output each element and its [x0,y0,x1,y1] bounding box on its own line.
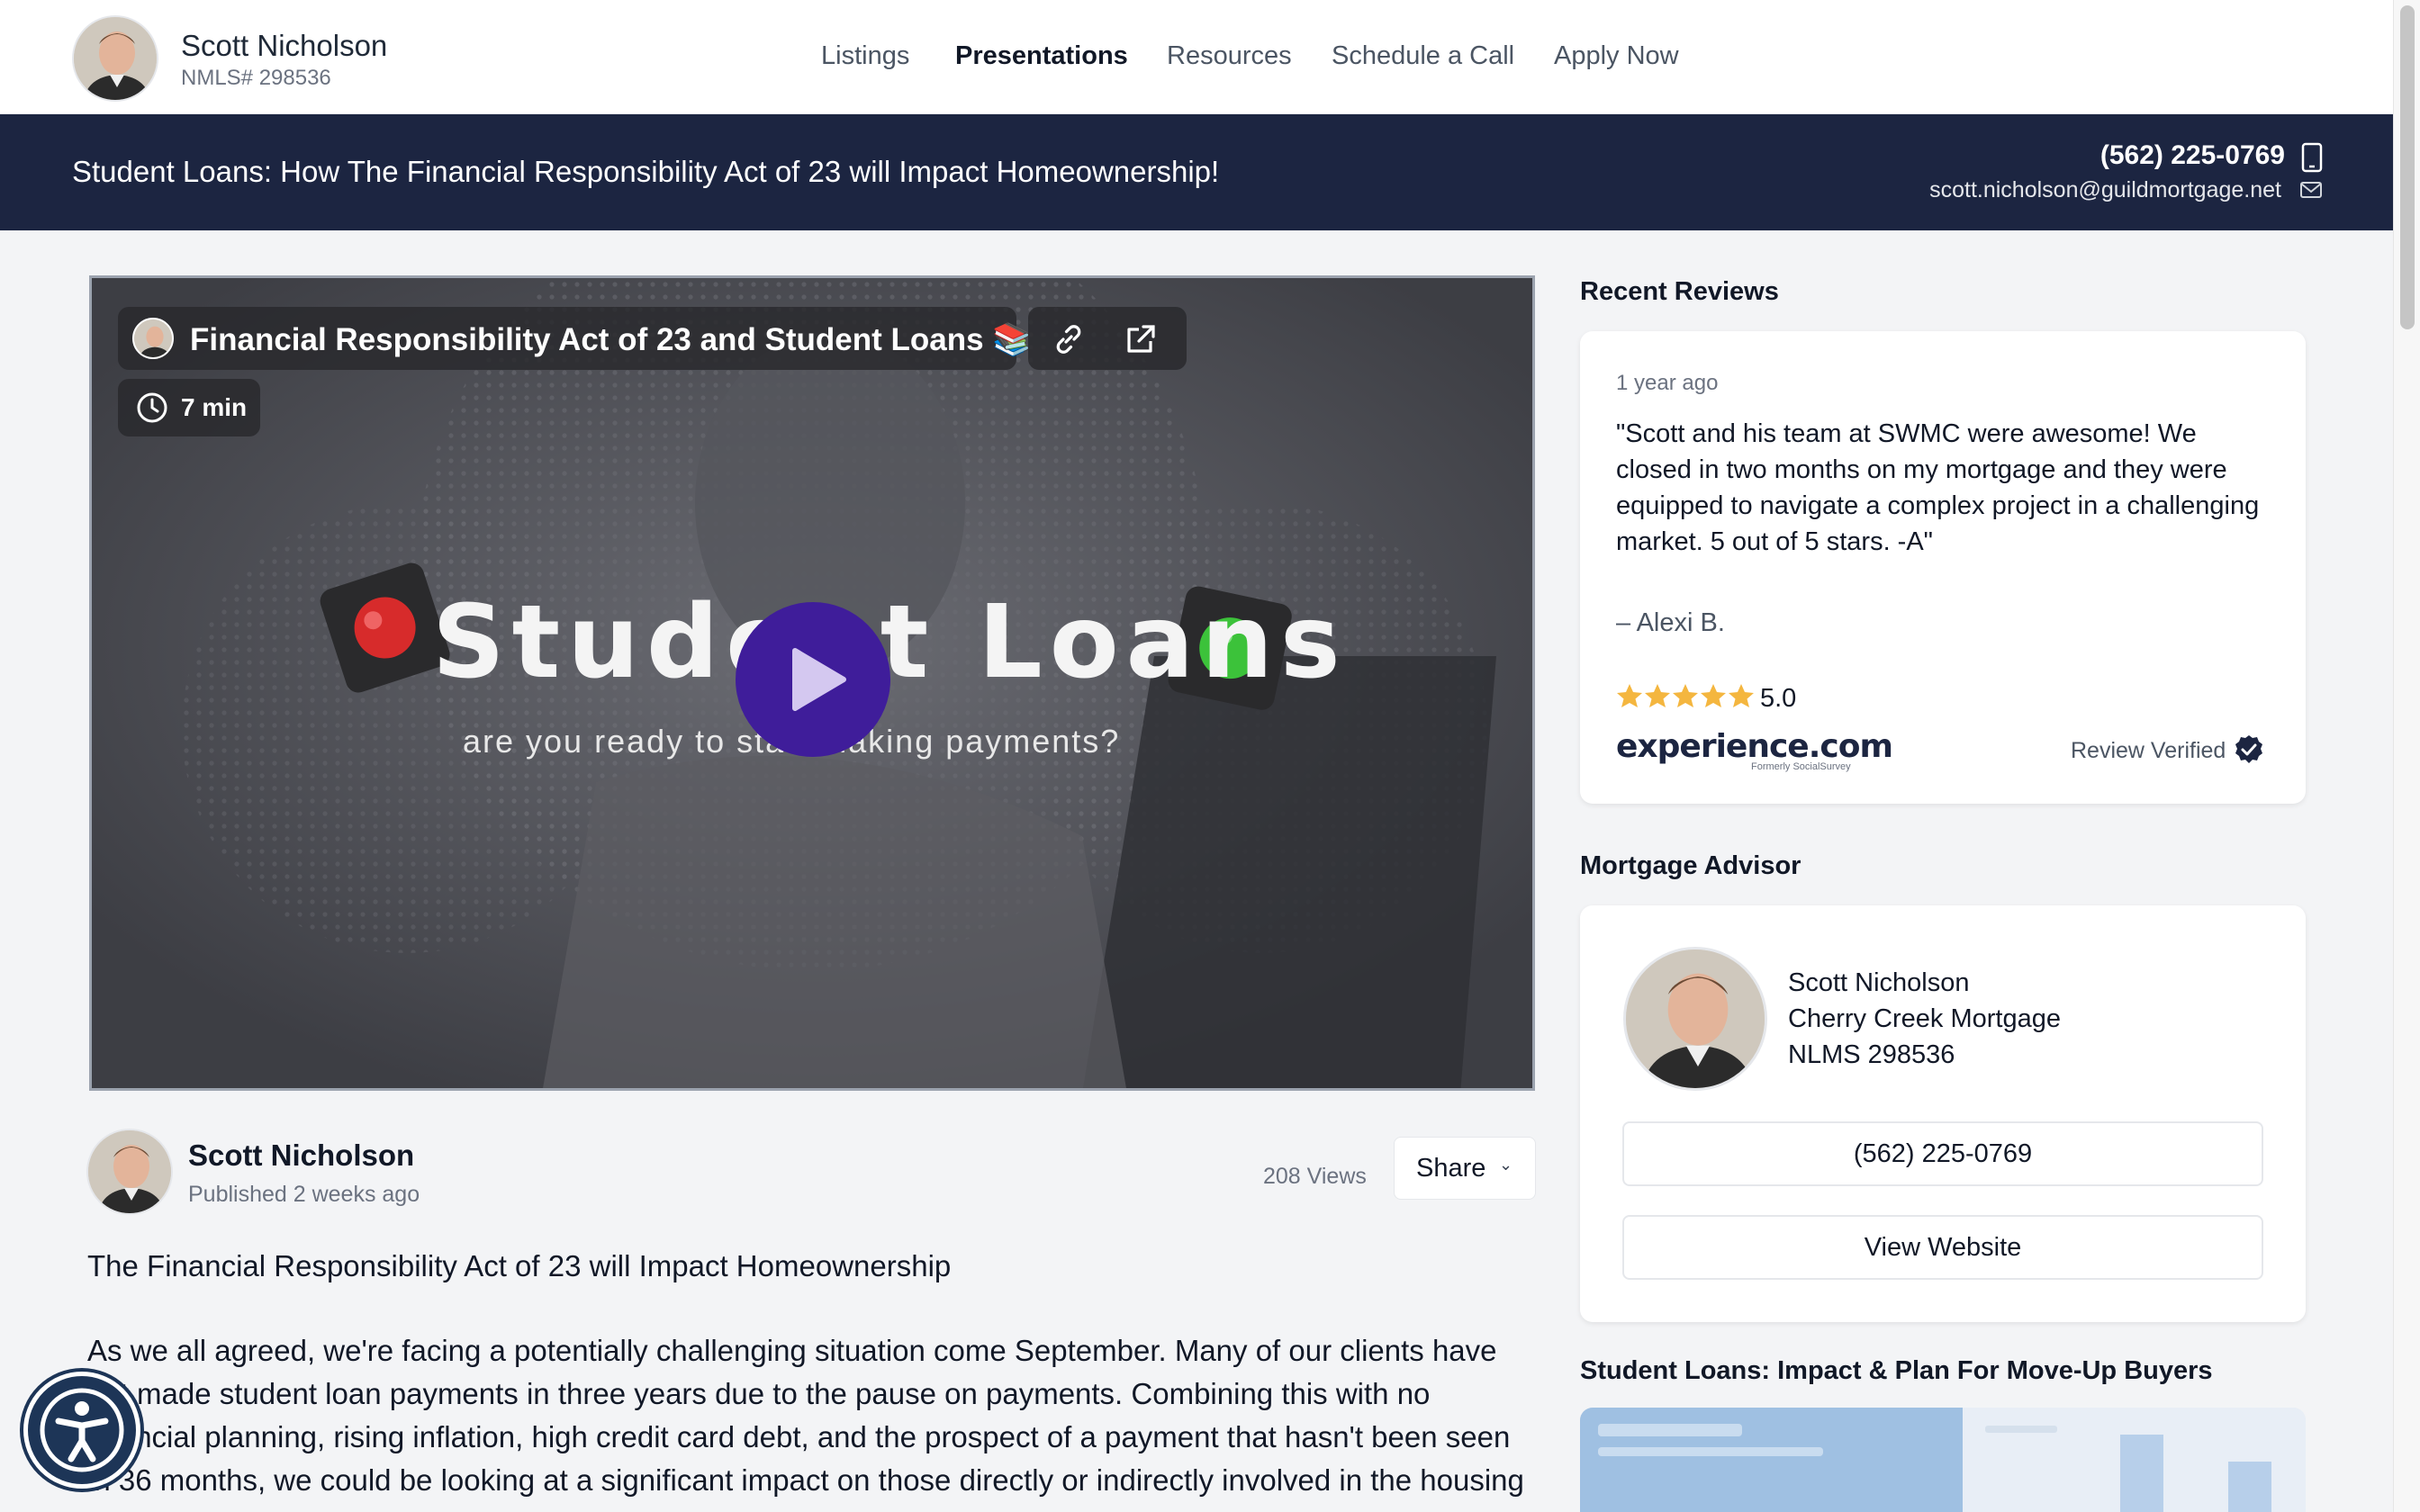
rating-value: 5.0 [1760,684,1797,713]
advisor-nmls: NLMS 298536 [1788,1040,1955,1069]
advisor-phone-button[interactable]: (562) 225-0769 [1622,1121,2263,1186]
nav-apply-now[interactable]: Apply Now [1554,41,1679,71]
advisor-name: Scott Nicholson [1788,968,1970,997]
link-icon[interactable] [1052,322,1086,356]
accessibility-button[interactable] [23,1372,140,1489]
description-body: As we all agreed, we're facing a potenti… [87,1334,1524,1497]
view-count: 208 Views [1263,1164,1367,1189]
verified-badge-icon [2235,735,2262,763]
review-card: 1 year ago "Scott and his team at SWMC w… [1580,331,2306,804]
related-thumbnail[interactable] [1580,1408,2306,1512]
author-avatar[interactable] [86,1129,173,1215]
video-player[interactable]: Student Loans are you ready to start mak… [89,275,1535,1091]
mail-icon[interactable] [2299,181,2323,199]
logo-text: experience.com [1616,728,1893,765]
nav-listings[interactable]: Listings [821,41,909,71]
view-website-button[interactable]: View Website [1622,1215,2263,1280]
video-author-avatar [132,318,174,359]
page-scrollbar[interactable] [2393,0,2420,1512]
top-header: Scott Nicholson NMLS# 298536 Listings Pr… [0,0,2393,114]
advisor-company: Cherry Creek Mortgage [1788,1004,2061,1033]
scrollbar-thumb[interactable] [2400,5,2415,329]
nav-schedule-call[interactable]: Schedule a Call [1332,41,1514,71]
phone-icon[interactable] [2301,142,2323,173]
star-icon [1645,684,1670,707]
review-text: "Scott and his team at SWMC were awesome… [1616,419,2260,556]
author-name: Scott Nicholson [188,1138,415,1172]
title-banner: Student Loans: How The Financial Respons… [0,114,2393,230]
star-rating [1617,684,1754,707]
advisor-avatar [1623,947,1767,1091]
banner-email[interactable]: scott.nicholson@guildmortgage.net [1929,177,2281,203]
play-button[interactable] [736,602,890,757]
main-nav: Listings Presentations Resources Schedul… [0,41,2393,77]
banner-phone[interactable]: (562) 225-0769 [2100,140,2285,171]
nav-resources[interactable]: Resources [1167,41,1292,71]
video-duration: 7 min [181,393,248,421]
experience-logo[interactable]: experience.com Formerly SocialSurvey [1616,728,1893,773]
clock-icon [137,392,167,423]
presentation-title: Student Loans: How The Financial Respons… [72,155,1220,188]
chevron-down-icon: ⌄ [1499,1156,1513,1174]
play-icon [792,648,846,711]
share-button[interactable]: Share ⌄ [1394,1137,1536,1200]
video-title: Financial Responsibility Act of 23 and S… [190,322,1032,357]
video-duration-chip: 7 min [118,379,260,436]
review-age: 1 year ago [1616,371,1719,395]
star-icon [1617,684,1642,707]
verified-label: Review Verified [2071,738,2226,763]
video-title-chip: Financial Responsibility Act of 23 and S… [118,307,1032,370]
star-icon [1701,684,1726,707]
share-label: Share [1416,1154,1486,1183]
star-icon [1673,684,1698,707]
video-actions [1028,307,1187,370]
review-author: – Alexi B. [1616,608,1725,637]
advisor-card: Scott Nicholson Cherry Creek Mortgage NL… [1580,905,2306,1322]
description-title: The Financial Responsibility Act of 23 w… [87,1249,952,1282]
related-heading: Student Loans: Impact & Plan For Move-Up… [1580,1356,2213,1385]
external-link-icon[interactable] [1124,322,1158,356]
nav-presentations[interactable]: Presentations [955,41,1128,71]
star-icon [1729,684,1754,707]
publish-date: Published 2 weeks ago [188,1182,420,1207]
reviews-heading: Recent Reviews [1580,277,1779,306]
accessibility-icon [40,1388,124,1472]
advisor-heading: Mortgage Advisor [1580,851,1801,880]
